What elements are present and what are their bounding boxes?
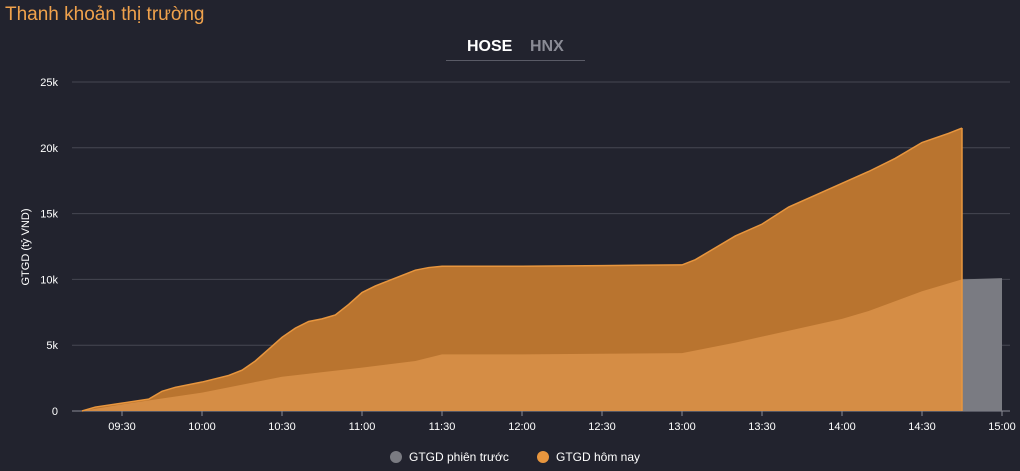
- x-tick-label: 11:30: [429, 421, 456, 433]
- y-tick-label: 10k: [40, 274, 58, 286]
- x-tick-label: 10:00: [188, 421, 216, 433]
- legend-today-label: GTGD hôm nay: [556, 450, 641, 464]
- legend-previous-dot: [390, 451, 402, 463]
- legend-previous[interactable]: GTGD phiên trước: [390, 450, 509, 464]
- x-tick-label: 12:00: [508, 421, 536, 433]
- x-tick-label: 09:30: [108, 421, 136, 433]
- x-tick-label: 14:00: [828, 421, 856, 433]
- y-axis-ticks: 0 5k 10k 15k 20k 25k: [40, 77, 58, 418]
- legend-previous-label: GTGD phiên trước: [409, 450, 509, 464]
- liquidity-chart: 0 5k 10k 15k 20k 25k 09:30 10:00 10:30 11:00 11:3…: [20, 77, 1016, 433]
- x-tick-label: 12:30: [588, 421, 616, 433]
- y-tick-label: 15k: [40, 209, 58, 221]
- x-tick-label: 13:00: [668, 421, 696, 433]
- x-tick-label: 11:00: [349, 421, 376, 433]
- legend-today-dot: [537, 451, 549, 463]
- y-tick-label: 25k: [40, 77, 58, 89]
- y-axis-label: GTGD (tỷ VND): [20, 209, 32, 286]
- x-tick-label: 15:00: [988, 421, 1016, 433]
- series-previous-area: [962, 278, 1002, 411]
- x-axis-ticks: 09:30 10:00 10:30 11:00 11:30 12:00 12:30 13:00…: [108, 411, 1016, 433]
- legend-today[interactable]: GTGD hôm nay: [537, 450, 640, 464]
- x-tick-label: 10:30: [268, 421, 296, 433]
- chart-areas: [81, 127, 1002, 412]
- x-tick-label: 13:30: [748, 421, 776, 433]
- y-tick-label: 0: [52, 406, 58, 418]
- y-tick-label: 5k: [46, 340, 58, 352]
- x-tick-label: 14:30: [908, 421, 936, 433]
- y-tick-label: 20k: [40, 143, 58, 155]
